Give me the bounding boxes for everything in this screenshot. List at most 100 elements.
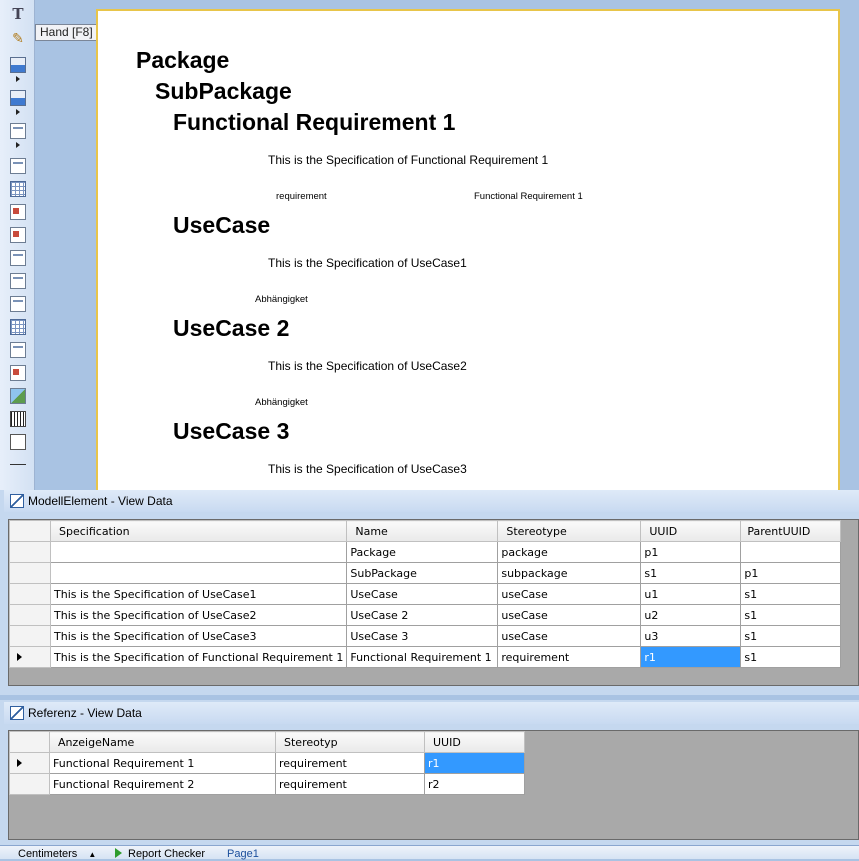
cell-uuid[interactable]: u3	[640, 625, 742, 647]
picture-tool-icon[interactable]	[10, 388, 26, 404]
cell-parentuuid[interactable]: s1	[740, 604, 842, 626]
cell-specification[interactable]: This is the Specification of UseCase3	[49, 625, 348, 647]
page-info-tool-icon[interactable]	[10, 365, 26, 381]
table-row[interactable]: This is the Specification of UseCase2 Us…	[9, 604, 842, 626]
table-row-current[interactable]: This is the Specification of Functional …	[9, 646, 842, 668]
cell-stereotype[interactable]: subpackage	[497, 562, 642, 584]
rectangle-tool-icon[interactable]	[10, 434, 26, 450]
functional-requirement-spec[interactable]: This is the Specification of Functional …	[268, 153, 548, 167]
cell-specification[interactable]: This is the Specification of UseCase1	[49, 583, 348, 605]
row-header[interactable]	[9, 583, 51, 605]
table-row[interactable]: Package package p1	[9, 541, 842, 563]
cell-specification[interactable]: This is the Specification of UseCase2	[49, 604, 348, 626]
cell-parentuuid[interactable]	[740, 541, 842, 563]
row-header[interactable]	[9, 562, 51, 584]
text-box-tool-icon[interactable]	[10, 227, 26, 243]
cell-stereotype[interactable]: package	[497, 541, 642, 563]
modell-element-panel-titlebar[interactable]: ModellElement - View Data	[4, 490, 859, 512]
cell-stereotype[interactable]: requirement	[497, 646, 642, 668]
row-header[interactable]	[9, 773, 50, 795]
line-tool-icon[interactable]	[10, 464, 26, 465]
usecase2-spec[interactable]: This is the Specification of UseCase2	[268, 359, 467, 373]
cell-parentuuid[interactable]: p1	[740, 562, 842, 584]
table-tool-icon[interactable]	[10, 181, 26, 197]
package-heading[interactable]: Package	[136, 47, 229, 74]
table-row[interactable]: Functional Requirement 2 requirement r2	[9, 773, 525, 795]
row-header[interactable]	[9, 541, 51, 563]
cell-parentuuid[interactable]: s1	[740, 625, 842, 647]
barcode-tool-icon[interactable]	[10, 411, 26, 427]
cell-name[interactable]: UseCase 3	[346, 625, 499, 647]
row-header[interactable]	[9, 646, 51, 668]
column-header-specification[interactable]: Specification	[49, 520, 348, 542]
usecase1-spec[interactable]: This is the Specification of UseCase1	[268, 256, 467, 270]
panel-tool-icon[interactable]	[10, 250, 26, 266]
rich-text-tool-icon[interactable]	[10, 204, 26, 220]
label-tool-icon[interactable]	[10, 158, 26, 174]
row-header[interactable]	[9, 752, 50, 774]
row-header[interactable]	[9, 604, 51, 626]
usecase2-dependency-label[interactable]: Abhängigket	[255, 397, 308, 408]
referenz-grid[interactable]: AnzeigeName Stereotyp UUID Functional Re…	[8, 730, 859, 840]
column-header-stereotype[interactable]: Stereotype	[497, 520, 642, 542]
usecase2-heading[interactable]: UseCase 2	[173, 315, 289, 342]
hand-tool-icon[interactable]: ✎	[10, 30, 26, 46]
text-tool-icon[interactable]: T	[10, 6, 26, 22]
subreport-tool-icon[interactable]	[10, 123, 26, 139]
usecase3-heading[interactable]: UseCase 3	[173, 418, 289, 445]
cell-stereotyp[interactable]: requirement	[275, 773, 425, 795]
column-header-uuid[interactable]: UUID	[424, 731, 525, 753]
cell-uuid-selected[interactable]: r1	[640, 646, 742, 668]
column-header-name[interactable]: Name	[346, 520, 499, 542]
page-tab[interactable]: Page1	[227, 848, 259, 861]
cell-stereotype[interactable]: useCase	[497, 625, 642, 647]
cell-specification[interactable]	[49, 562, 348, 584]
usecase1-heading[interactable]: UseCase	[173, 212, 270, 239]
report-checker-button[interactable]: Report Checker	[115, 848, 205, 861]
cell-specification[interactable]: This is the Specification of Functional …	[49, 646, 348, 668]
cell-uuid-selected[interactable]: r1	[424, 752, 525, 774]
column-header-parentuuid[interactable]: ParentUUID	[740, 520, 842, 542]
chart-tool-icon[interactable]	[10, 342, 26, 358]
requirement-name-label[interactable]: Functional Requirement 1	[474, 191, 583, 202]
cell-stereotyp[interactable]: requirement	[275, 752, 425, 774]
table-row[interactable]: SubPackage subpackage s1 p1	[9, 562, 842, 584]
report-page[interactable]: Package SubPackage Functional Requiremen…	[96, 9, 840, 490]
cell-uuid[interactable]: s1	[640, 562, 742, 584]
checkbox-tool-icon[interactable]	[10, 296, 26, 312]
cell-name[interactable]: Functional Requirement 1	[346, 646, 499, 668]
shape-tool-icon[interactable]	[10, 273, 26, 289]
cell-stereotype[interactable]: useCase	[497, 583, 642, 605]
cell-name[interactable]: Package	[346, 541, 499, 563]
row-header[interactable]	[9, 625, 51, 647]
requirement-stereotype-label[interactable]: requirement	[276, 191, 327, 202]
cell-parentuuid[interactable]: s1	[740, 646, 842, 668]
functional-requirement-heading[interactable]: Functional Requirement 1	[173, 109, 455, 136]
referenz-panel-titlebar[interactable]: Referenz - View Data	[4, 702, 859, 724]
column-header-uuid[interactable]: UUID	[640, 520, 742, 542]
cell-name[interactable]: UseCase 2	[346, 604, 499, 626]
cell-specification[interactable]	[49, 541, 348, 563]
usecase3-spec[interactable]: This is the Specification of UseCase3	[268, 462, 467, 476]
group-header-tool-icon[interactable]	[10, 57, 26, 73]
group-footer-tool-icon[interactable]	[10, 90, 26, 106]
cell-stereotype[interactable]: useCase	[497, 604, 642, 626]
cell-anzeigename[interactable]: Functional Requirement 1	[49, 752, 276, 774]
cross-tab-tool-icon[interactable]	[10, 319, 26, 335]
units-dropdown[interactable]: Centimeters ▲	[18, 848, 96, 861]
table-row[interactable]: This is the Specification of UseCase3 Us…	[9, 625, 842, 647]
column-header-stereotyp[interactable]: Stereotyp	[275, 731, 425, 753]
cell-parentuuid[interactable]: s1	[740, 583, 842, 605]
modell-element-grid[interactable]: Specification Name Stereotype UUID Paren…	[8, 519, 859, 686]
cell-uuid[interactable]: u1	[640, 583, 742, 605]
expand-arrow-icon[interactable]	[16, 109, 20, 115]
cell-name[interactable]: SubPackage	[346, 562, 499, 584]
cell-uuid[interactable]: p1	[640, 541, 742, 563]
usecase1-dependency-label[interactable]: Abhängigket	[255, 294, 308, 305]
cell-uuid[interactable]: u2	[640, 604, 742, 626]
table-row-current[interactable]: Functional Requirement 1 requirement r1	[9, 752, 525, 774]
subpackage-heading[interactable]: SubPackage	[155, 78, 292, 105]
cell-anzeigename[interactable]: Functional Requirement 2	[49, 773, 276, 795]
expand-arrow-icon[interactable]	[16, 142, 20, 148]
table-row[interactable]: This is the Specification of UseCase1 Us…	[9, 583, 842, 605]
